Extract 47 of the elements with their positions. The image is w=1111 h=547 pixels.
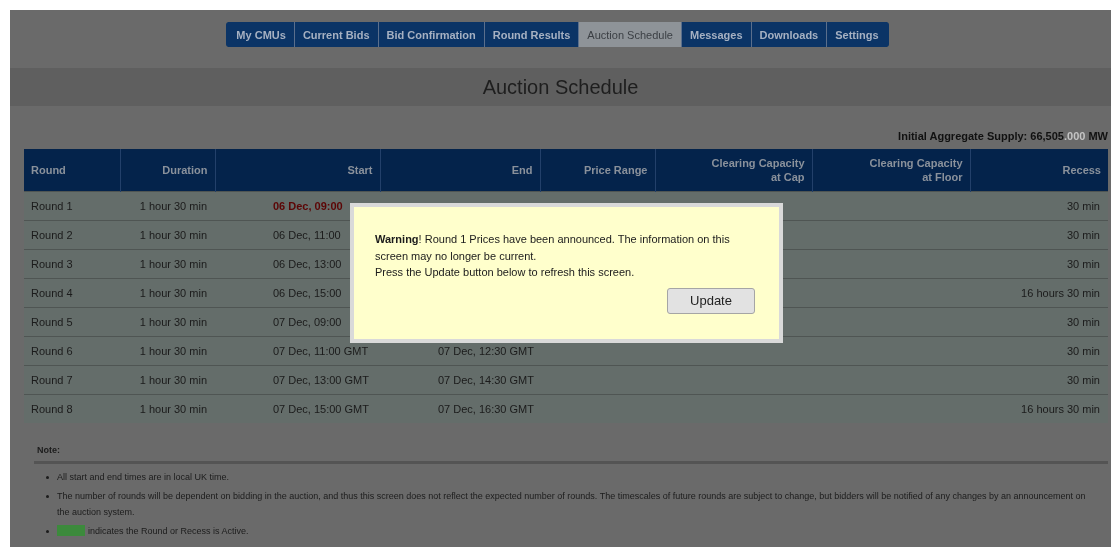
- note-heading: Note:: [37, 445, 60, 455]
- table-cell: Round 4: [24, 278, 120, 308]
- table-cell: Round 1: [24, 191, 120, 221]
- table-cell: 07 Dec, 15:00 GMT: [215, 394, 380, 423]
- table-cell: 1 hour 30 min: [120, 336, 215, 366]
- nav-tab[interactable]: My CMUs: [228, 22, 295, 47]
- table-cell: 1 hour 30 min: [120, 278, 215, 308]
- table-cell: 16 hours 30 min: [970, 278, 1108, 308]
- column-header: Clearing Capacity at Cap: [655, 149, 812, 192]
- column-header: Price Range: [540, 149, 655, 192]
- column-header: Start: [215, 149, 380, 192]
- table-cell: Round 2: [24, 220, 120, 250]
- bullet-icon: [46, 476, 49, 479]
- table-cell: 30 min: [970, 191, 1108, 221]
- table-cell: 30 min: [970, 220, 1108, 250]
- supply-text: Initial Aggregate Supply: 66,505.000 MW: [898, 130, 1108, 142]
- table-cell: Round 5: [24, 307, 120, 337]
- table-cell: 07 Dec, 13:00 GMT: [215, 365, 380, 395]
- column-header: Recess: [970, 149, 1108, 192]
- table-cell: 30 min: [970, 336, 1108, 366]
- column-header: Clearing Capacity at Floor: [812, 149, 970, 192]
- table-cell: 1 hour 30 min: [120, 307, 215, 337]
- bullet-icon: [46, 530, 49, 533]
- table-cell: 1 hour 30 min: [120, 249, 215, 279]
- page-title: Auction Schedule: [482, 75, 639, 99]
- table-cell: 30 min: [970, 249, 1108, 279]
- table-cell: 30 min: [970, 365, 1108, 395]
- table-cell: 07 Dec, 16:30 GMT: [380, 394, 540, 423]
- legend-text: indicates the Round or Recess is Active.: [88, 525, 250, 538]
- table-cell: Round 8: [24, 394, 120, 423]
- column-header: Duration: [120, 149, 215, 192]
- column-header: End: [380, 149, 540, 192]
- column-header: Round: [24, 149, 120, 192]
- table-cell: 1 hour 30 min: [120, 191, 215, 221]
- table-cell: 07 Dec, 14:30 GMT: [380, 365, 540, 395]
- nav-tab[interactable]: Auction Schedule: [579, 22, 682, 47]
- table-cell: 1 hour 30 min: [120, 394, 215, 423]
- table-cell: 07 Dec, 11:00 GMT: [215, 336, 380, 366]
- table-cell: Round 7: [24, 365, 120, 395]
- table-cell: Round 3: [24, 249, 120, 279]
- table-cell: Round 6: [24, 336, 120, 366]
- bullet-icon: [46, 495, 49, 498]
- table-cell: 1 hour 30 min: [120, 365, 215, 395]
- update-button[interactable]: Update: [667, 287, 755, 314]
- table-cell: 30 min: [970, 307, 1108, 337]
- table-cell: 16 hours 30 min: [970, 394, 1108, 423]
- table-cell: 1 hour 30 min: [120, 220, 215, 250]
